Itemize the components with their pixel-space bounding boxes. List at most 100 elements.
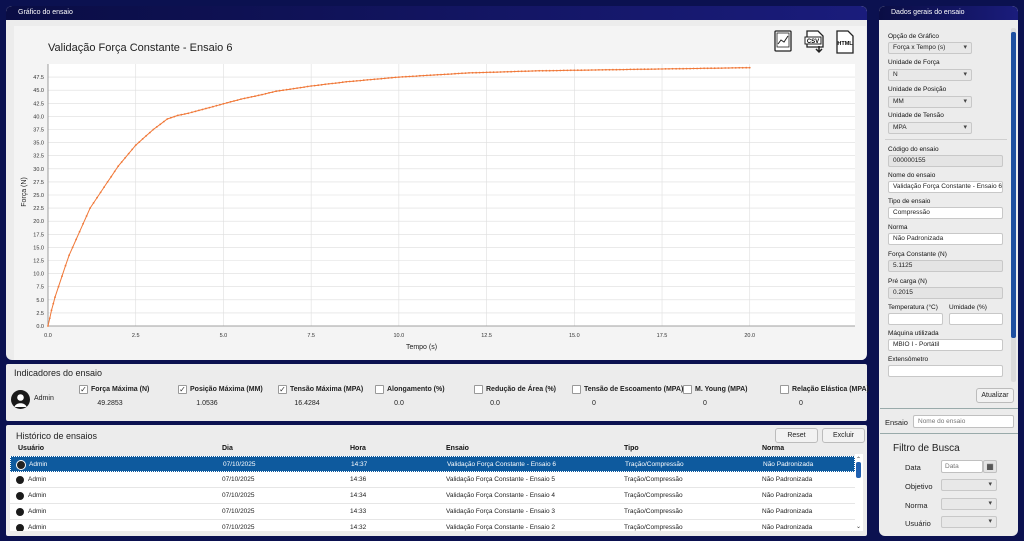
humidity-field[interactable] [949, 313, 1003, 325]
data-point [559, 69, 562, 72]
extensometer-field[interactable] [888, 365, 1003, 377]
indicator-checkbox[interactable]: ✓ [278, 385, 287, 394]
data-point [531, 70, 534, 72]
data-point [622, 68, 625, 71]
delete-button[interactable]: Excluir [822, 428, 865, 443]
x-tick-label: 10.0 [394, 333, 405, 339]
data-point [485, 71, 488, 74]
table-row[interactable]: Admin 07/10/2025 14:34 Validação Força Cons… [10, 488, 855, 504]
data-point [657, 68, 660, 70]
position-unit-select[interactable]: MM [888, 96, 972, 108]
indicator-checkbox[interactable]: ✓ [178, 385, 187, 394]
indicator-checkbox[interactable] [572, 385, 581, 394]
data-point [68, 254, 70, 257]
data-point [566, 69, 569, 72]
x-axis-label: Tempo (s) [406, 344, 437, 351]
machine-label: Máquina utilizada [888, 330, 939, 337]
table-row[interactable]: Admin 07/10/2025 14:32 Validação Força Cons… [10, 520, 855, 531]
data-point [615, 68, 618, 71]
indicator-label: Relação Elástica (MPA) [792, 386, 869, 393]
history-column-header[interactable]: Usuário [18, 445, 44, 452]
indicator-label: Alongamento (%) [387, 386, 445, 393]
data-point [92, 202, 95, 204]
table-cell: Admin [28, 476, 47, 483]
data-point [534, 70, 537, 72]
table-cell: 07/10/2025 [222, 476, 255, 483]
history-scrollbar[interactable]: ⌃ ⌄ [855, 454, 863, 531]
user-avatar-icon [15, 475, 25, 485]
history-column-header[interactable]: Hora [350, 445, 366, 452]
divider [880, 433, 1018, 434]
data-point [268, 92, 270, 94]
filter-objective-select[interactable] [941, 479, 997, 491]
data-point [159, 123, 162, 126]
position-unit-label: Unidade de Posição [888, 86, 947, 93]
table-cell: 14:34 [350, 492, 367, 499]
test-type-label: Tipo de ensaio [888, 198, 931, 205]
history-column-header[interactable]: Tipo [624, 445, 639, 452]
test-search-input[interactable] [913, 415, 1014, 428]
history-scrollbar-thumb[interactable] [856, 462, 861, 478]
table-cell: Validação Força Constante - Ensaio 6 [447, 461, 556, 468]
data-point [271, 91, 274, 93]
data-point [54, 296, 56, 299]
right-panel-scrollbar[interactable] [1011, 28, 1016, 382]
reset-button[interactable]: Reset [775, 428, 818, 443]
data-point [52, 302, 55, 305]
table-row[interactable]: Admin 07/10/2025 14:33 Validação Força Cons… [10, 504, 855, 520]
y-tick-label: 5.0 [36, 298, 44, 304]
data-point [720, 67, 723, 69]
indicator-checkbox[interactable] [683, 385, 692, 394]
data-point [383, 77, 386, 80]
stress-unit-select[interactable]: MPA [888, 122, 972, 134]
filter-standard-select[interactable] [941, 498, 997, 510]
y-tick-label: 17.5 [33, 232, 44, 238]
calendar-icon[interactable]: ▦ [983, 460, 997, 473]
data-point [685, 67, 688, 70]
table-row[interactable]: Admin 07/10/2025 14:36 Validação Força Cons… [10, 472, 855, 488]
y-tick-label: 7.5 [36, 285, 44, 291]
test-name-field[interactable]: Validação Força Constante - Ensaio 6 [888, 181, 1003, 193]
history-column-header[interactable]: Ensaio [446, 445, 469, 452]
data-point [57, 285, 60, 288]
test-search-label: Ensaio [885, 418, 908, 427]
constant-force-field[interactable]: 5.1125 [888, 260, 1003, 272]
preload-field[interactable]: 0.2015 [888, 287, 1003, 299]
standard-field[interactable]: Não Padronizada [888, 233, 1003, 245]
update-button[interactable]: Atualizar [976, 388, 1014, 403]
test-type-field[interactable]: Compressão [888, 207, 1003, 219]
indicator-checkbox[interactable] [375, 385, 384, 394]
history-column-header[interactable]: Norma [762, 445, 784, 452]
machine-field[interactable]: MBIO I - Portátil [888, 339, 1003, 351]
data-point [250, 96, 253, 98]
data-point [331, 82, 334, 85]
indicator-checkbox[interactable]: ✓ [79, 385, 88, 394]
filter-user-select[interactable] [941, 516, 997, 528]
table-cell: Não Padronizada [762, 492, 813, 499]
test-code-field[interactable]: 000000155 [888, 155, 1003, 167]
indicators-user: Admin [34, 395, 54, 402]
table-row[interactable]: Admin 07/10/2025 14:37 Validação Força Cons… [10, 456, 855, 472]
data-point [306, 85, 309, 88]
data-point [169, 116, 172, 119]
indicator-checkbox[interactable] [780, 385, 789, 394]
scrollbar-thumb[interactable] [1011, 32, 1016, 338]
data-point [598, 69, 600, 71]
data-point [99, 191, 102, 194]
data-point [120, 161, 123, 163]
data-point [633, 68, 635, 71]
data-point [426, 74, 428, 77]
data-point [405, 75, 407, 78]
data-point [345, 80, 348, 83]
filter-date-input[interactable] [941, 460, 983, 473]
indicator-checkbox[interactable] [474, 385, 483, 394]
temperature-field[interactable] [888, 313, 943, 325]
table-cell: Não Padronizada [762, 524, 813, 531]
history-column-header[interactable]: Dia [222, 445, 233, 452]
force-unit-select[interactable]: N [888, 69, 972, 81]
data-point [464, 72, 467, 74]
data-point [482, 71, 484, 74]
data-point [671, 67, 674, 70]
indicator-label: Posição Máxima (MM) [190, 386, 263, 393]
chart-option-select[interactable]: Força x Tempo (s) [888, 42, 972, 54]
